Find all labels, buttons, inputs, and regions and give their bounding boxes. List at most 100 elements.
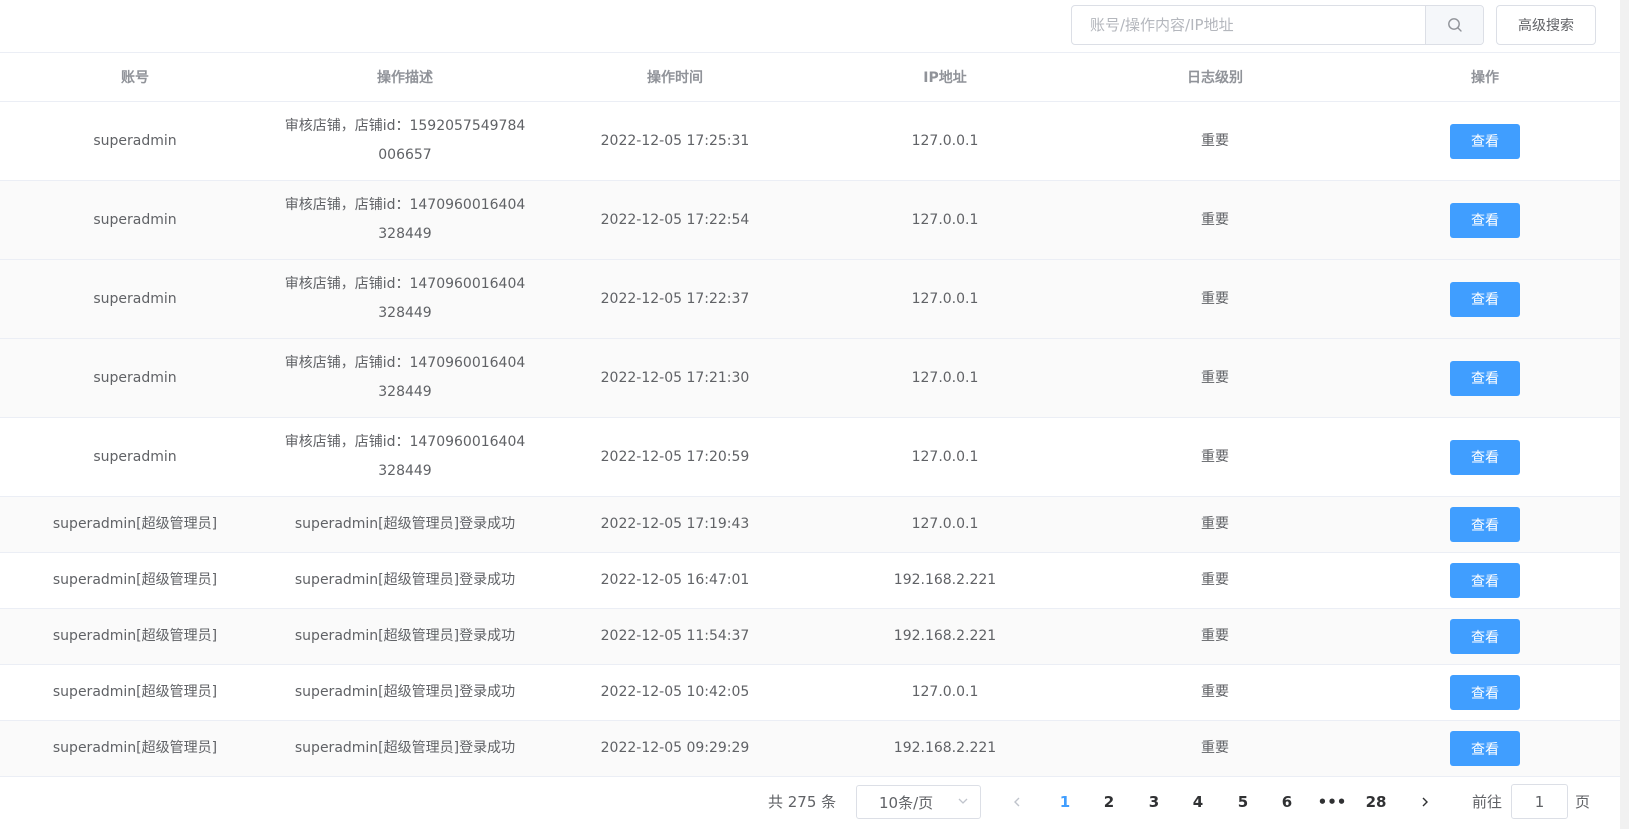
header-description: 操作描述 (377, 70, 433, 86)
cell-description: 审核店铺，店铺id：1470960016404328449 (284, 434, 526, 479)
cell-time: 2022-12-05 11:54:37 (600, 628, 750, 644)
page-ellipsis[interactable]: ••• (1317, 782, 1347, 822)
table-row: superadmin[超级管理员] superadmin[超级管理员]登录成功 … (0, 665, 1620, 721)
scrollbar[interactable] (1620, 0, 1629, 829)
page-4[interactable]: 4 (1183, 782, 1213, 822)
table-row: superadmin 审核店铺，店铺id：1592057549784006657… (0, 102, 1620, 181)
cell-ip: 127.0.0.1 (911, 516, 979, 532)
cell-action: 查看 (1350, 553, 1620, 608)
cell-level: 重要 (1201, 572, 1229, 588)
cell-description-wrap: 审核店铺，店铺id：1470960016404328449 (270, 181, 540, 259)
cell-action: 查看 (1350, 497, 1620, 552)
cell-time: 2022-12-05 09:29:29 (600, 740, 750, 756)
goto-page-input[interactable] (1511, 784, 1568, 819)
cell-ip: 192.168.2.221 (893, 628, 997, 644)
table-row: superadmin[超级管理员] superadmin[超级管理员]登录成功 … (0, 721, 1620, 777)
cell-action: 查看 (1350, 102, 1620, 180)
cell-time: 2022-12-05 10:42:05 (600, 684, 750, 700)
cell-action: 查看 (1350, 339, 1620, 417)
cell-time: 2022-12-05 17:20:59 (600, 448, 750, 465)
chevron-right-icon (1422, 797, 1428, 807)
pagination-total: 共 275 条 (768, 793, 837, 811)
cell-account: superadmin (93, 369, 177, 386)
cell-level: 重要 (1201, 628, 1229, 644)
cell-description-wrap: 审核店铺，店铺id：1592057549784006657 (270, 102, 540, 180)
cell-action: 查看 (1350, 418, 1620, 496)
table-row: superadmin[超级管理员] superadmin[超级管理员]登录成功 … (0, 553, 1620, 609)
header-ip: IP地址 (923, 70, 967, 86)
view-button[interactable]: 查看 (1450, 563, 1520, 598)
cell-account: superadmin (93, 132, 177, 149)
table-row: superadmin 审核店铺，店铺id：1470960016404328449… (0, 260, 1620, 339)
cell-action: 查看 (1350, 721, 1620, 776)
cell-account: superadmin[超级管理员] (52, 516, 218, 532)
cell-description-wrap: 审核店铺，店铺id：1470960016404328449 (270, 418, 540, 496)
cell-account: superadmin[超级管理员] (52, 572, 218, 588)
cell-level: 重要 (1201, 211, 1229, 228)
page-size-value: 10条/页 (879, 793, 934, 812)
table-header: 账号 操作描述 操作时间 IP地址 日志级别 操作 (0, 52, 1620, 102)
cell-description: superadmin[超级管理员]登录成功 (294, 516, 516, 532)
table-row: superadmin[超级管理员] superadmin[超级管理员]登录成功 … (0, 497, 1620, 553)
view-button[interactable]: 查看 (1450, 281, 1520, 317)
search-button[interactable] (1425, 6, 1483, 44)
view-button[interactable]: 查看 (1450, 123, 1520, 159)
header-level: 日志级别 (1187, 70, 1243, 86)
cell-description-wrap: 审核店铺，店铺id：1470960016404328449 (270, 339, 540, 417)
cell-description: 审核店铺，店铺id：1470960016404328449 (284, 197, 526, 242)
goto-suffix: 页 (1575, 793, 1591, 811)
cell-description: 审核店铺，店铺id：1470960016404328449 (284, 355, 526, 400)
cell-description: 审核店铺，店铺id：1470960016404328449 (284, 276, 526, 321)
page-1[interactable]: 1 (1050, 782, 1080, 822)
cell-account: superadmin (93, 290, 177, 307)
cell-description: superadmin[超级管理员]登录成功 (294, 628, 516, 644)
cell-ip: 192.168.2.221 (893, 572, 997, 588)
cell-level: 重要 (1201, 684, 1229, 700)
view-button[interactable]: 查看 (1450, 439, 1520, 475)
page-2[interactable]: 2 (1094, 782, 1124, 822)
cell-account: superadmin[超级管理员] (52, 740, 218, 756)
cell-time: 2022-12-05 17:21:30 (600, 369, 750, 386)
cell-time: 2022-12-05 17:22:54 (600, 211, 750, 228)
table-row: superadmin[超级管理员] superadmin[超级管理员]登录成功 … (0, 609, 1620, 665)
cell-time: 2022-12-05 17:25:31 (600, 132, 750, 149)
view-button[interactable]: 查看 (1450, 675, 1520, 710)
search-input[interactable] (1072, 6, 1425, 44)
cell-level: 重要 (1201, 132, 1229, 149)
view-button[interactable]: 查看 (1450, 731, 1520, 766)
page-5[interactable]: 5 (1228, 782, 1258, 822)
header-action: 操作 (1471, 70, 1499, 86)
page-size-select[interactable]: 10条/页 (856, 785, 981, 819)
pagination: 共 275 条 10条/页 1 2 3 4 5 6 ••• 28 前往 页 (0, 782, 1629, 822)
cell-action: 查看 (1350, 665, 1620, 720)
cell-account: superadmin[超级管理员] (52, 628, 218, 644)
next-page-button[interactable] (1415, 792, 1435, 812)
cell-account: superadmin (93, 448, 177, 465)
cell-action: 查看 (1350, 609, 1620, 664)
cell-ip: 127.0.0.1 (911, 684, 979, 700)
advanced-search-button[interactable]: 高级搜索 (1496, 5, 1596, 45)
view-button[interactable]: 查看 (1450, 202, 1520, 238)
prev-page-button[interactable] (1007, 792, 1027, 812)
toolbar: 高级搜索 (0, 0, 1629, 52)
chevron-left-icon (1014, 797, 1020, 807)
view-button[interactable]: 查看 (1450, 507, 1520, 542)
cell-time: 2022-12-05 16:47:01 (600, 572, 750, 588)
cell-action: 查看 (1350, 181, 1620, 259)
log-table: 账号 操作描述 操作时间 IP地址 日志级别 操作 superadmin 审核店… (0, 52, 1620, 777)
cell-level: 重要 (1201, 516, 1229, 532)
cell-level: 重要 (1201, 448, 1229, 465)
cell-description: 审核店铺，店铺id：1592057549784006657 (284, 118, 526, 163)
chevron-down-icon (958, 798, 968, 804)
cell-description: superadmin[超级管理员]登录成功 (294, 684, 516, 700)
page-3[interactable]: 3 (1139, 782, 1169, 822)
view-button[interactable]: 查看 (1450, 360, 1520, 396)
table-row: superadmin 审核店铺，店铺id：1470960016404328449… (0, 181, 1620, 260)
page-28[interactable]: 28 (1361, 782, 1391, 822)
cell-action: 查看 (1350, 260, 1620, 338)
page-6[interactable]: 6 (1272, 782, 1302, 822)
view-button[interactable]: 查看 (1450, 619, 1520, 654)
cell-level: 重要 (1201, 290, 1229, 307)
search-box (1071, 5, 1484, 45)
cell-time: 2022-12-05 17:19:43 (600, 516, 750, 532)
